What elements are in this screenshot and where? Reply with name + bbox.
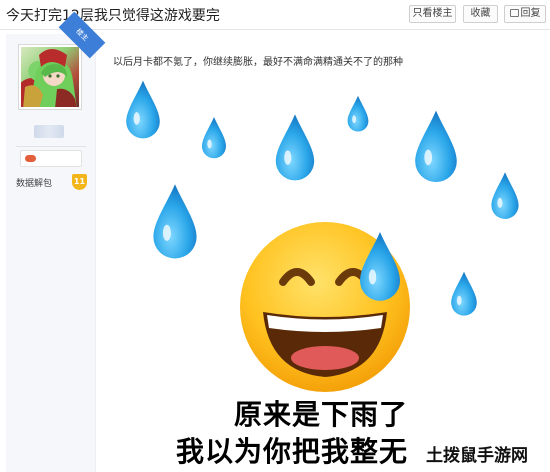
user-level: 数据解包 11 xyxy=(16,174,94,190)
favorite-button[interactable]: 收藏 xyxy=(463,5,498,23)
gamepad-icon xyxy=(25,155,36,162)
thread-title: 今天打完12层我只觉得这游戏要完 xyxy=(6,8,220,24)
user-title: 数据解包 xyxy=(16,179,53,189)
raindrop-icon xyxy=(126,80,160,139)
raindrop-icon xyxy=(347,95,369,132)
divider xyxy=(16,146,86,147)
game-badge xyxy=(20,150,82,167)
level-badge: 11 xyxy=(72,174,87,190)
comment-icon xyxy=(509,9,519,17)
raindrop-icon xyxy=(415,110,457,183)
meme-caption-line1: 原来是下雨了 xyxy=(234,398,409,431)
raindrop-icon xyxy=(153,184,197,259)
only-op-button[interactable]: 只看楼主 xyxy=(409,5,456,23)
raindrop-icon xyxy=(275,114,315,181)
reply-button[interactable]: 回复 xyxy=(504,5,546,23)
avatar[interactable] xyxy=(18,44,82,110)
site-watermark: 土拨鼠手游网 xyxy=(424,441,546,466)
avatar-illustration xyxy=(23,49,77,107)
raindrop-icon xyxy=(491,172,519,219)
sweat-smile-emoji xyxy=(240,222,410,392)
meme-caption-line2: 我以为你把我整无 xyxy=(176,435,409,468)
anime-avatar-image xyxy=(21,47,79,107)
raindrop-icon xyxy=(202,117,226,159)
raindrop-icon xyxy=(451,271,477,316)
username-blurred xyxy=(34,125,64,138)
reply-label: 回复 xyxy=(520,8,541,19)
author-sidebar: 楼主 数据解包 11 xyxy=(6,11,106,472)
post-text: 以后月卡都不氪了，你继续膨胀，最好不满命满精通关不了的那种 xyxy=(113,57,403,68)
